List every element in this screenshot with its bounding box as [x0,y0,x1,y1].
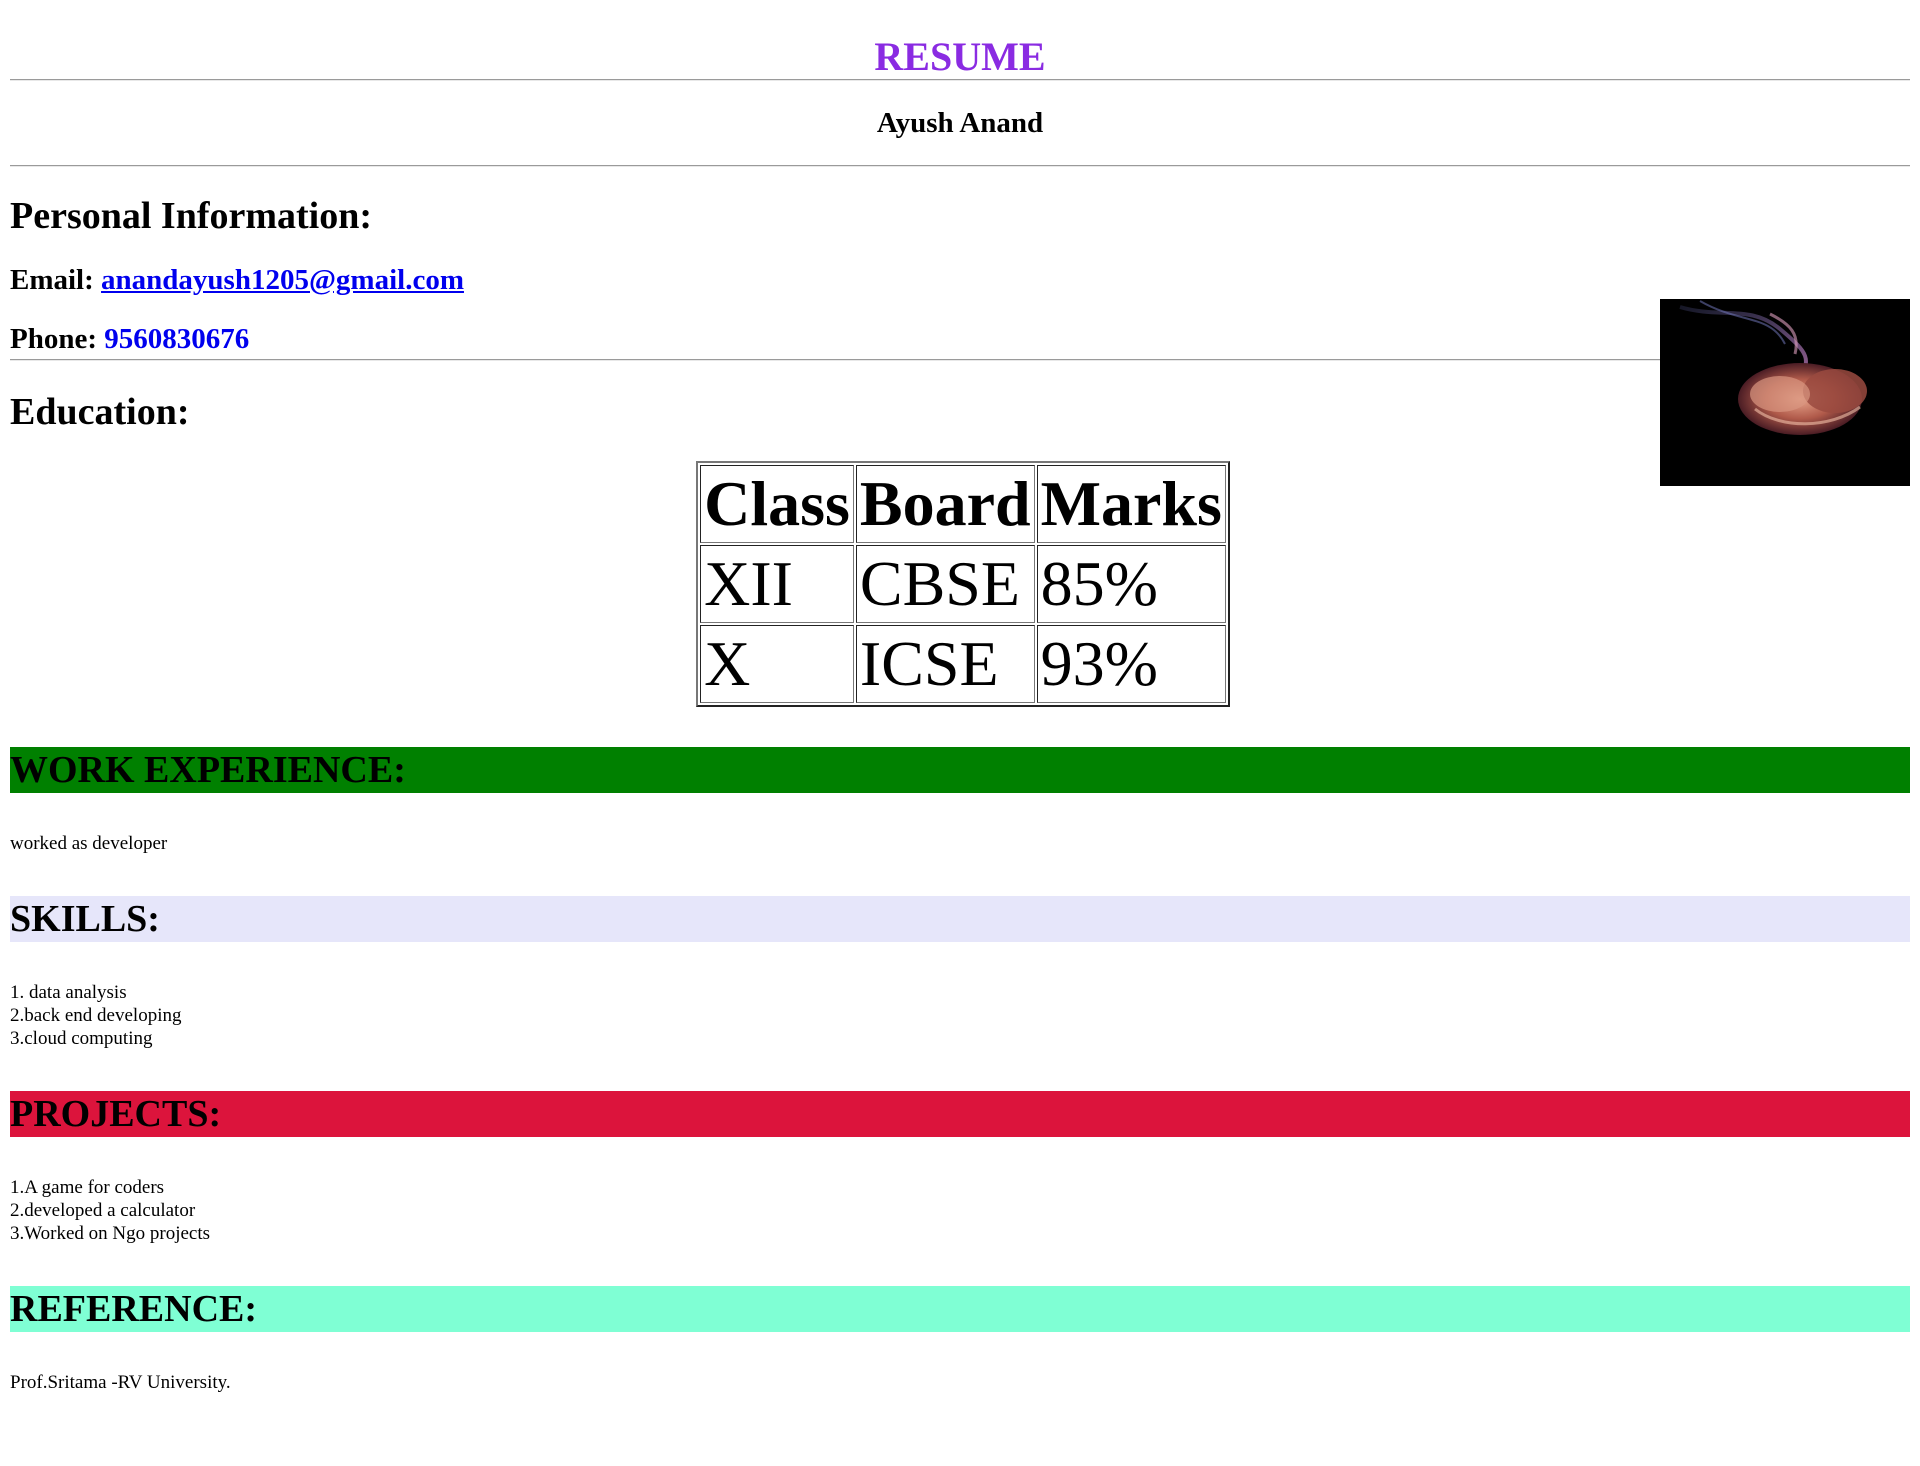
table-header-row: Class Board Marks [700,465,1226,543]
table-cell: 93% [1036,625,1226,703]
work-item: worked as developer [10,833,168,854]
projects-heading: PROJECTS: [10,1091,1910,1137]
table-row: XII CBSE 85% [700,545,1226,623]
projects-list: 1.A game for coders 2.developed a calcul… [10,1176,1910,1245]
table-cell: ICSE [855,625,1035,703]
work-experience-text: worked as developer [10,832,1910,855]
email-row: Email: anandayush1205@gmail.com [10,260,1910,300]
smoke-photo-icon [1660,299,1910,486]
skills-list: 1. data analysis 2.back end developing 3… [10,981,1910,1050]
list-item: 1. data analysis [10,982,127,1003]
email-link[interactable]: anandayush1205@gmail.com [101,264,464,296]
reference-text: Prof.Sritama -RV University. [10,1371,1910,1394]
divider [10,165,1910,167]
profile-photo [1660,299,1910,486]
column-header: Board [855,465,1035,543]
list-item: 3.Worked on Ngo projects [10,1223,211,1244]
list-item: 2.back end developing [10,1005,182,1026]
table-cell: 85% [1036,545,1226,623]
table-cell: XII [700,545,854,623]
table-cell: X [700,625,854,703]
skills-heading: SKILLS: [10,896,1910,942]
table-cell: CBSE [855,545,1035,623]
person-name: Ayush Anand [876,107,1044,139]
column-header: Marks [1036,465,1226,543]
column-header: Class [700,465,854,543]
reference-heading: REFERENCE: [10,1286,1910,1332]
resume-page: RESUME Ayush Anand Personal Information:… [0,0,1920,1466]
divider [10,359,1910,361]
list-item: 3.cloud computing [10,1028,153,1049]
phone-value: 9560830676 [104,323,250,355]
list-item: 2.developed a calculator [10,1200,196,1221]
table-row: X ICSE 93% [700,625,1226,703]
reference-item: Prof.Sritama -RV University. [10,1372,231,1393]
email-label: Email: [10,264,94,296]
name-container: Ayush Anand [10,81,1910,165]
phone-label: Phone: [10,323,97,355]
education-table: Class Board Marks XII CBSE 85% X ICSE 93… [696,461,1230,707]
work-experience-heading: WORK EXPERIENCE: [10,747,1910,793]
education-heading: Education: [10,391,190,433]
page-title: RESUME [874,34,1046,79]
phone-row: Phone: 9560830676 [10,319,1910,359]
list-item: 1.A game for coders [10,1177,165,1198]
personal-info-heading: Personal Information: [10,195,373,237]
